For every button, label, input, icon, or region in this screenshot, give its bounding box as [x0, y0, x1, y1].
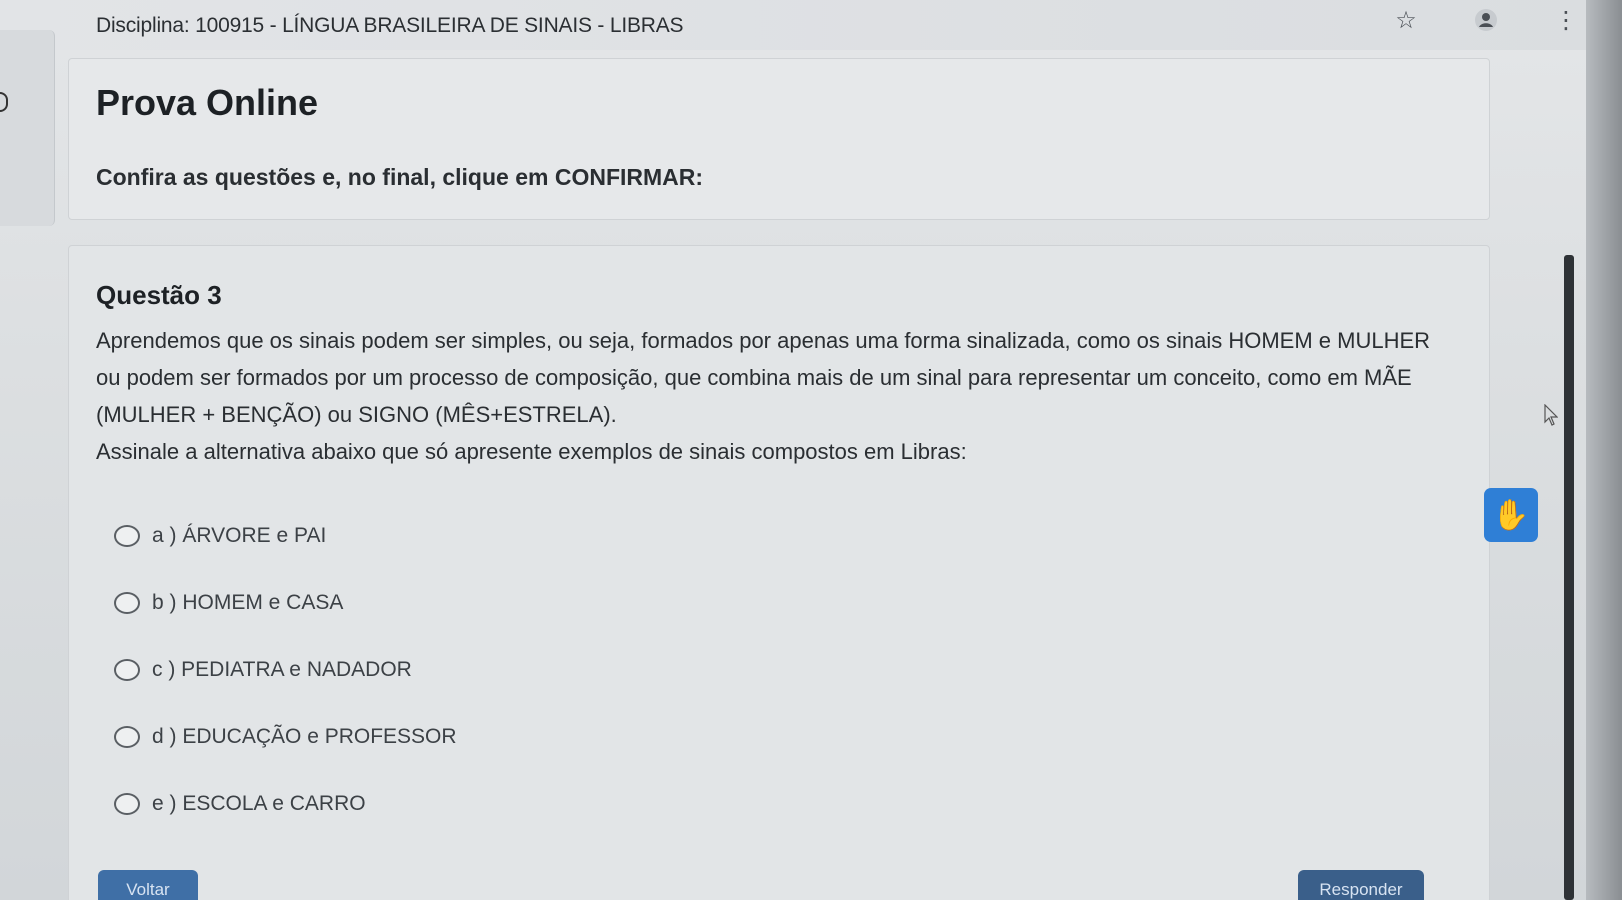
screen-bezel: [1586, 0, 1622, 900]
radio-e[interactable]: [114, 793, 140, 815]
side-tab-icon: [0, 92, 8, 112]
alternative-d[interactable]: d ) EDUCAÇÃO e PROFESSOR: [114, 719, 814, 755]
libras-accessibility-button[interactable]: ✋: [1484, 488, 1538, 542]
answer-button[interactable]: Responder: [1298, 870, 1424, 900]
alternative-b[interactable]: b ) HOMEM e CASA: [114, 585, 814, 621]
question-statement: Aprendemos que os sinais podem ser simpl…: [96, 322, 1456, 470]
radio-c[interactable]: [114, 659, 140, 681]
alternative-c[interactable]: c ) PEDIATRA e NADADOR: [114, 652, 814, 688]
side-tab[interactable]: [0, 30, 55, 226]
screen: ☆ ⋮ Disciplina: 100915 - LÍNGUA BRASILEI…: [0, 0, 1622, 900]
back-button[interactable]: Voltar: [98, 870, 198, 900]
mouse-cursor-icon: [1544, 404, 1558, 426]
hands-icon: ✋: [1492, 497, 1530, 533]
question-statement-text: Aprendemos que os sinais podem ser simpl…: [96, 328, 1431, 427]
page-title: Prova Online: [96, 82, 319, 123]
alternative-d-label: d ) EDUCAÇÃO e PROFESSOR: [152, 725, 457, 748]
profile-icon[interactable]: [1470, 4, 1502, 36]
alternative-a-label: a ) ÁRVORE e PAI: [152, 524, 327, 547]
profile-icon-graphic: [1475, 9, 1497, 31]
question-prompt: Assinale a alternativa abaixo que só apr…: [96, 439, 967, 464]
more-vert-icon[interactable]: ⋮: [1550, 4, 1582, 36]
radio-d[interactable]: [114, 726, 140, 748]
scrollbar[interactable]: [1564, 255, 1574, 900]
alternative-e[interactable]: e ) ESCOLA e CARRO: [114, 786, 814, 822]
instruction-text: Confira as questões e, no final, clique …: [96, 164, 704, 190]
alternatives-list: a ) ÁRVORE e PAI b ) HOMEM e CASA c ) PE…: [114, 518, 814, 853]
star-icon[interactable]: ☆: [1390, 4, 1422, 36]
radio-a[interactable]: [114, 525, 140, 547]
alternative-b-label: b ) HOMEM e CASA: [152, 591, 344, 614]
alternative-e-label: e ) ESCOLA e CARRO: [152, 792, 366, 815]
radio-b[interactable]: [114, 592, 140, 614]
toolbar-icons: ☆ ⋮: [1390, 4, 1582, 36]
question-title: Questão 3: [96, 280, 222, 310]
alternative-c-label: c ) PEDIATRA e NADADOR: [152, 658, 412, 681]
alternative-a[interactable]: a ) ÁRVORE e PAI: [114, 518, 814, 554]
discipline-label: Disciplina: 100915 - LÍNGUA BRASILEIRA D…: [96, 14, 684, 37]
